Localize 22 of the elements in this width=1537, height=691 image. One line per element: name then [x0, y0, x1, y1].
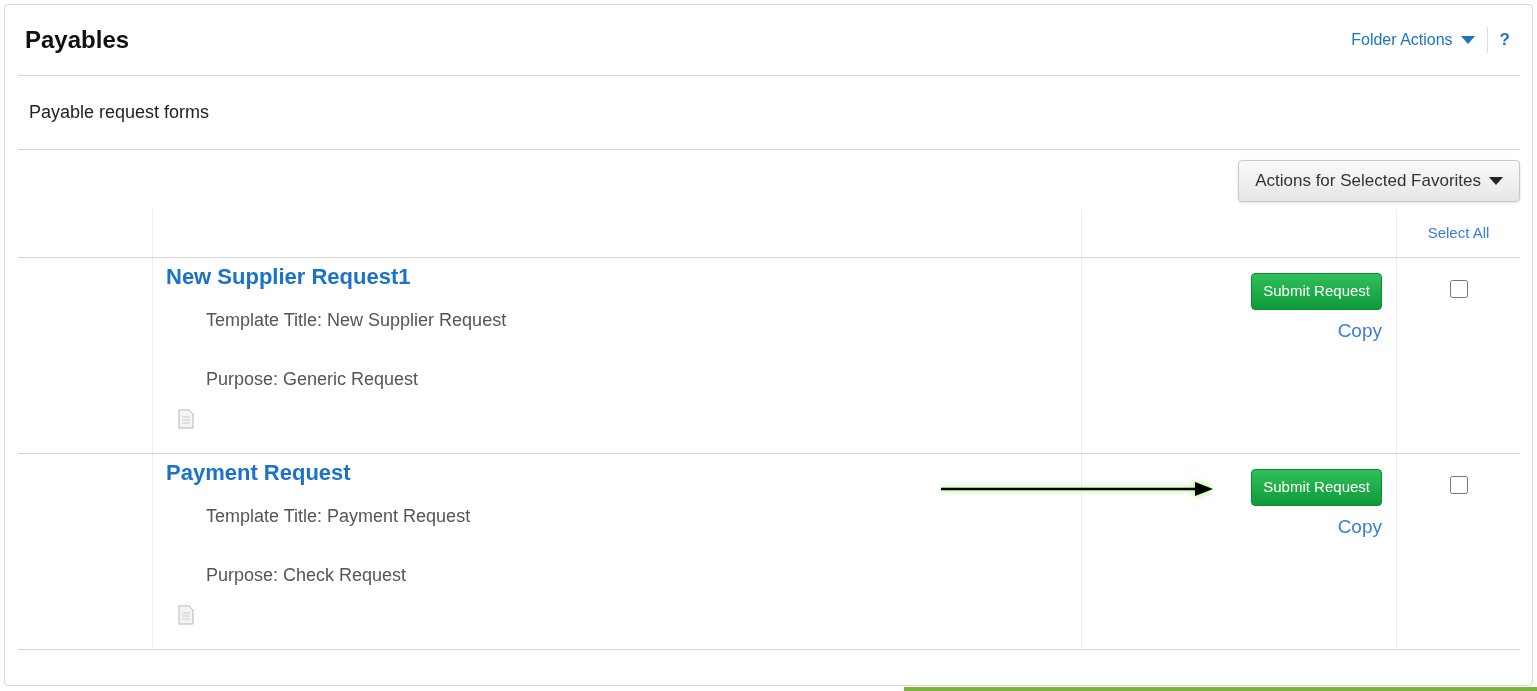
row-checkbox[interactable]	[1449, 476, 1468, 494]
purpose-text: Purpose: Generic Request	[206, 368, 419, 391]
copy-link[interactable]: Copy	[1337, 317, 1382, 346]
form-title-link[interactable]: New Supplier Request1	[166, 263, 1081, 291]
caret-icon	[1489, 177, 1503, 185]
submit-request-button[interactable]: Submit Request	[1251, 273, 1382, 310]
row-checkbox[interactable]	[1449, 280, 1468, 298]
template-title-text: Template Title: New Supplier Request	[206, 309, 507, 332]
form-title-link[interactable]: Payment Request	[166, 459, 1081, 487]
caret-icon	[1460, 35, 1475, 44]
select-all-link[interactable]: Select All	[1427, 221, 1490, 245]
copy-link[interactable]: Copy	[1337, 513, 1382, 542]
description-text: Payable request forms	[28, 101, 210, 124]
purpose-text: Purpose: Check Request	[206, 564, 407, 587]
page-title: Payables	[24, 24, 130, 55]
submit-request-button[interactable]: Submit Request	[1251, 469, 1382, 506]
template-title-text: Template Title: Payment Request	[206, 505, 471, 528]
actions-dropdown-button[interactable]: Actions for Selected Favorites	[1238, 160, 1520, 202]
document-icon	[178, 409, 194, 429]
folder-actions-link[interactable]: Folder Actions	[1351, 27, 1475, 52]
help-link[interactable]: ?	[1499, 26, 1520, 53]
document-icon	[178, 605, 194, 625]
